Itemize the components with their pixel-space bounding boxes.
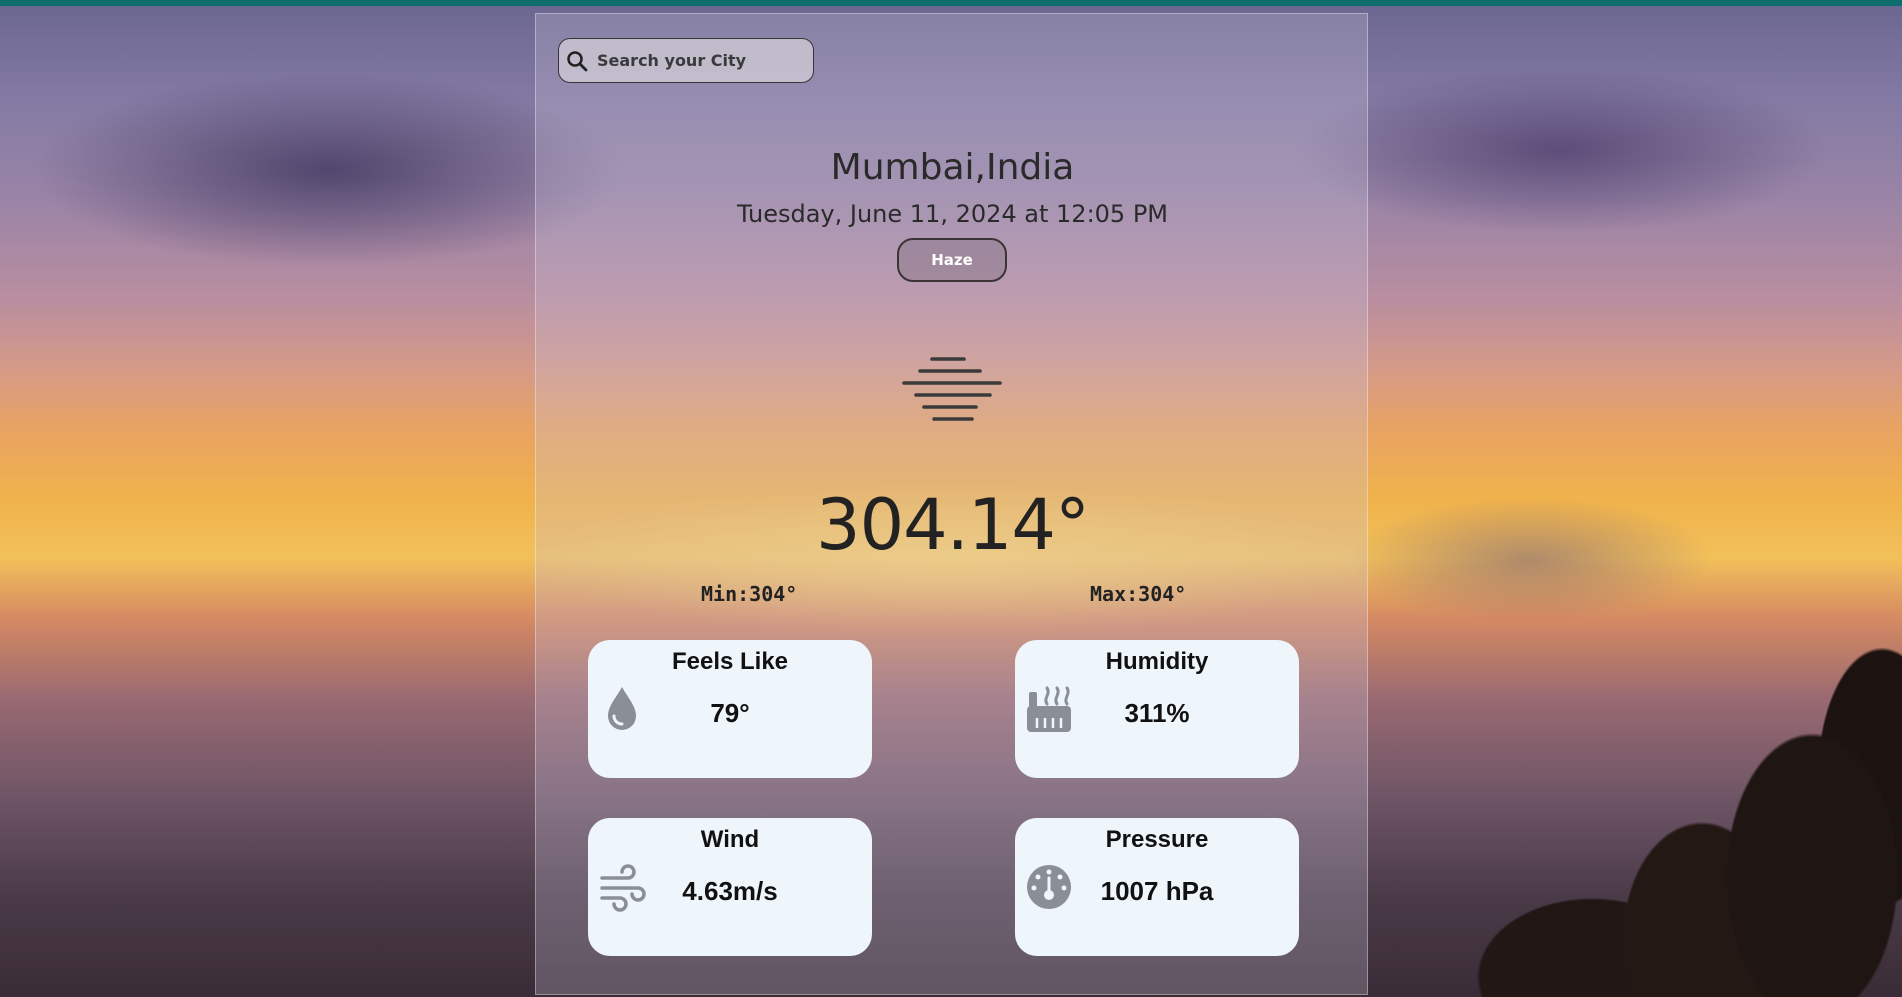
humidity-tile: Humidity 311%: [1015, 640, 1299, 778]
feels-like-value: 79°: [710, 698, 750, 728]
haze-icon: [902, 357, 1002, 421]
search-input[interactable]: [595, 50, 799, 71]
humidity-title: Humidity: [1105, 648, 1209, 675]
pressure-value: 1007 hPa: [1100, 876, 1214, 906]
condition-badge[interactable]: Haze: [897, 238, 1007, 282]
weather-card: Mumbai,India Tuesday, June 11, 2024 at 1…: [535, 13, 1368, 995]
wind-value: 4.63m/s: [682, 876, 778, 906]
max-temperature: Max:304°: [1090, 582, 1187, 606]
feels-like-tile: Feels Like 79°: [588, 640, 872, 778]
search-icon: [567, 50, 588, 71]
pressure-tile: Pressure 1007 hPa: [1015, 818, 1299, 956]
wind-title: Wind: [700, 826, 760, 853]
wind-tile: Wind 4.63m/s: [588, 818, 872, 956]
feels-like-title: Feels Like: [671, 648, 789, 675]
top-accent-bar: [0, 0, 1902, 6]
date-time: Tuesday, June 11, 2024 at 12:05 PM: [736, 200, 1168, 228]
search-box[interactable]: [558, 38, 814, 83]
humidity-value: 311%: [1124, 698, 1190, 728]
background-trees: [1342, 577, 1902, 997]
city-name: Mumbai,India: [830, 147, 1075, 188]
pressure-title: Pressure: [1105, 826, 1209, 853]
min-temperature: Min:304°: [701, 582, 798, 606]
temperature: 304.14°: [816, 484, 1090, 566]
